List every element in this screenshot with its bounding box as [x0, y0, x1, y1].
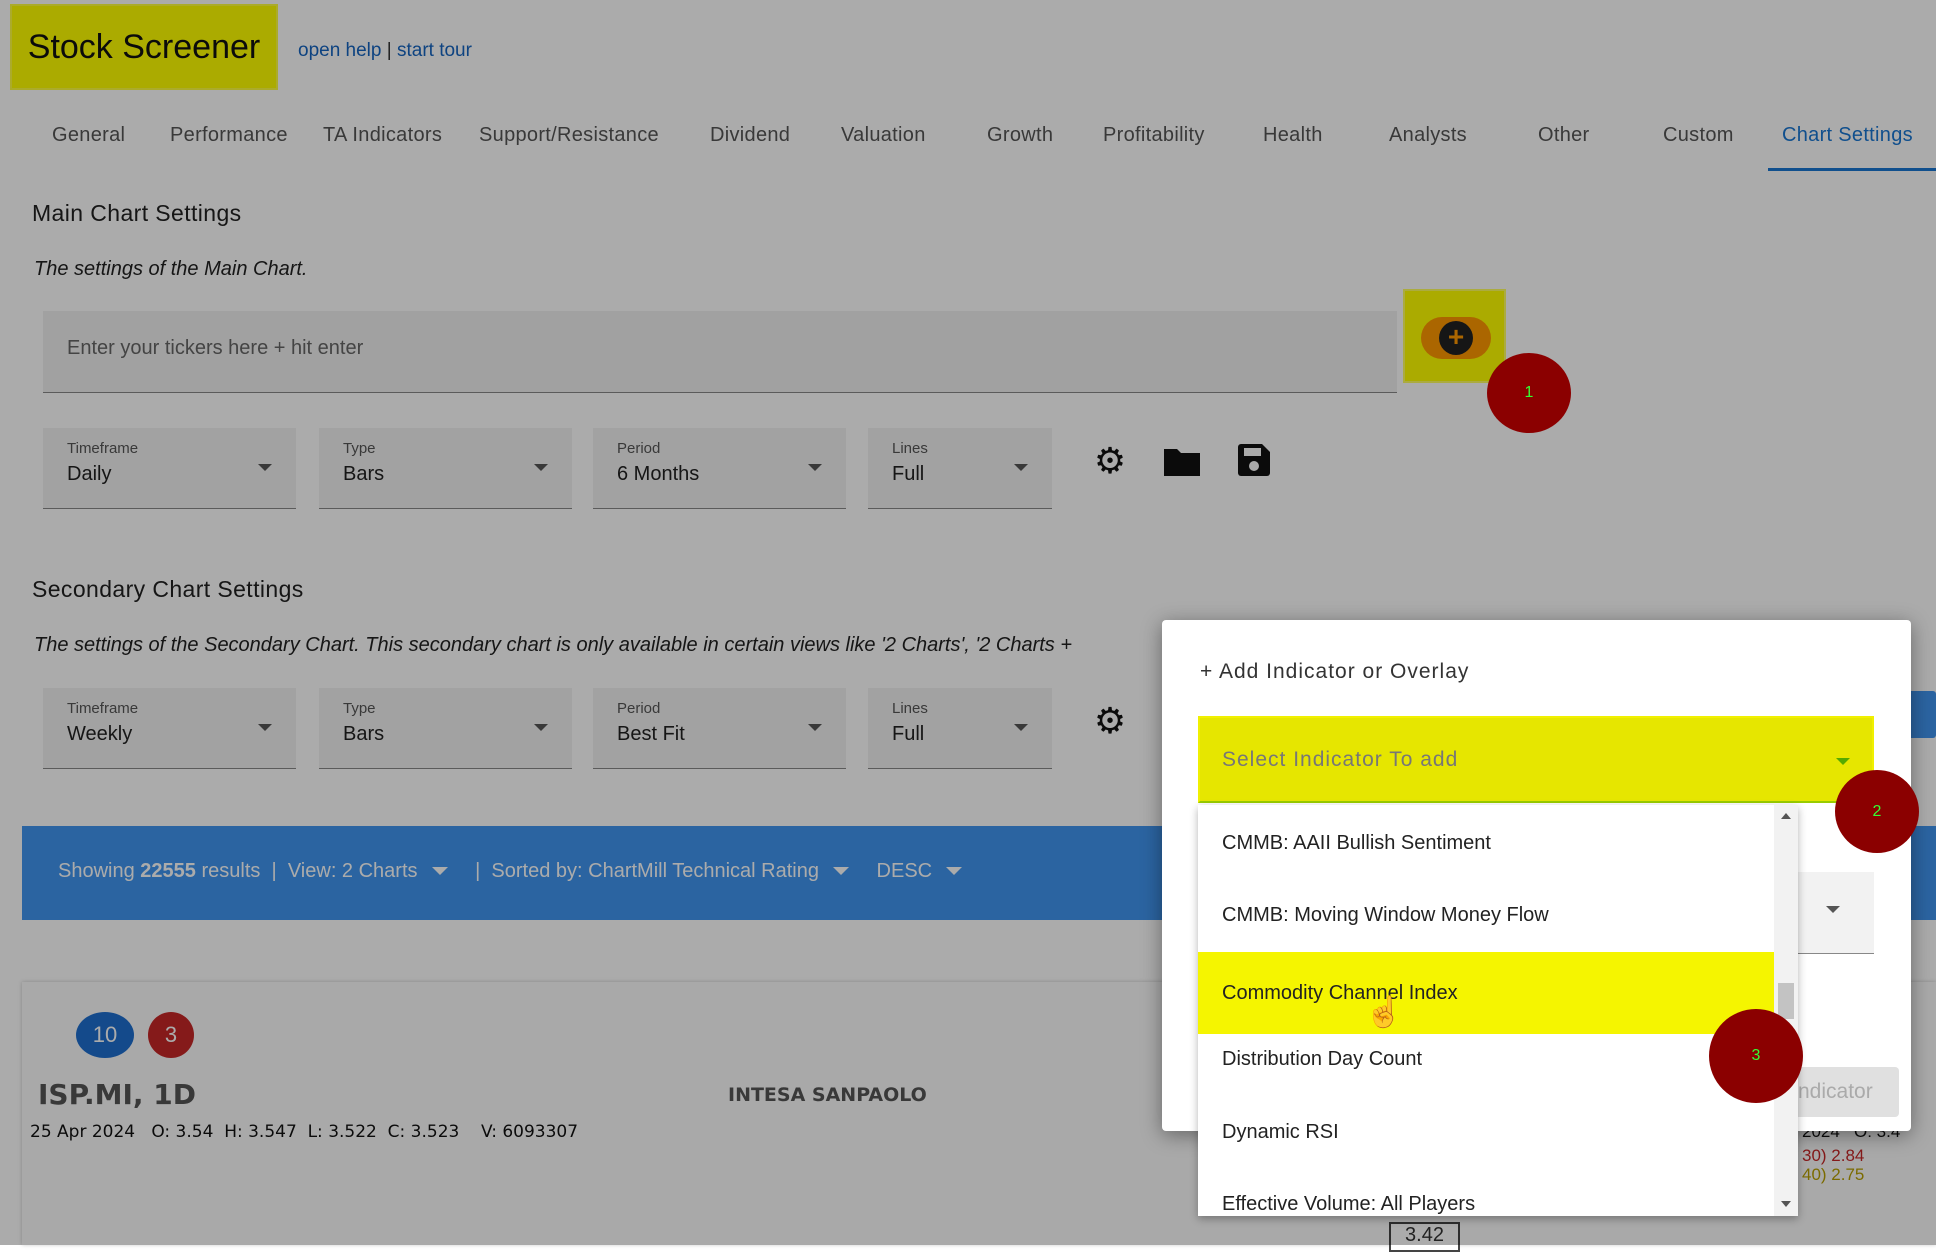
plus-icon: + [1200, 660, 1219, 683]
option-item[interactable]: Dynamic RSI [1198, 1096, 1774, 1168]
select-placeholder: Select Indicator To add [1222, 748, 1459, 771]
option-item[interactable]: Distribution Day Count [1198, 1023, 1774, 1095]
option-item[interactable]: CMMB: Moving Window Money Flow [1198, 879, 1774, 951]
annotation-marker-1: 1 [1487, 353, 1571, 433]
secondary-select[interactable] [1798, 872, 1874, 954]
hand-cursor-icon: ☝ [1365, 996, 1403, 1029]
scrollbar-thumb[interactable] [1778, 983, 1794, 1019]
annotation-marker-2: 2 [1835, 770, 1919, 853]
scroll-down-icon[interactable] [1781, 1201, 1791, 1207]
indicator-dropdown-list: CMMB: AAII Bullish Sentiment CMMB: Movin… [1198, 805, 1798, 1216]
scroll-up-icon[interactable] [1781, 813, 1791, 819]
option-item-highlighted[interactable]: Commodity Channel Index [1198, 952, 1774, 1034]
dropdown-scrollbar[interactable] [1774, 805, 1798, 1216]
dialog-title-text: Add Indicator or Overlay [1218, 660, 1470, 683]
chevron-down-icon [1826, 906, 1840, 913]
dialog-title: + Add Indicator or Overlay [1200, 660, 1469, 684]
option-item[interactable]: CMMB: AAII Bullish Sentiment [1198, 807, 1774, 879]
option-item[interactable]: Effective Volume: All Players [1198, 1168, 1774, 1216]
indicator-select[interactable]: Select Indicator To add [1198, 716, 1874, 803]
chevron-down-icon [1836, 758, 1850, 765]
add-indicator-button[interactable]: ndicator [1784, 1067, 1899, 1117]
annotation-marker-3: 3 [1709, 1009, 1803, 1103]
